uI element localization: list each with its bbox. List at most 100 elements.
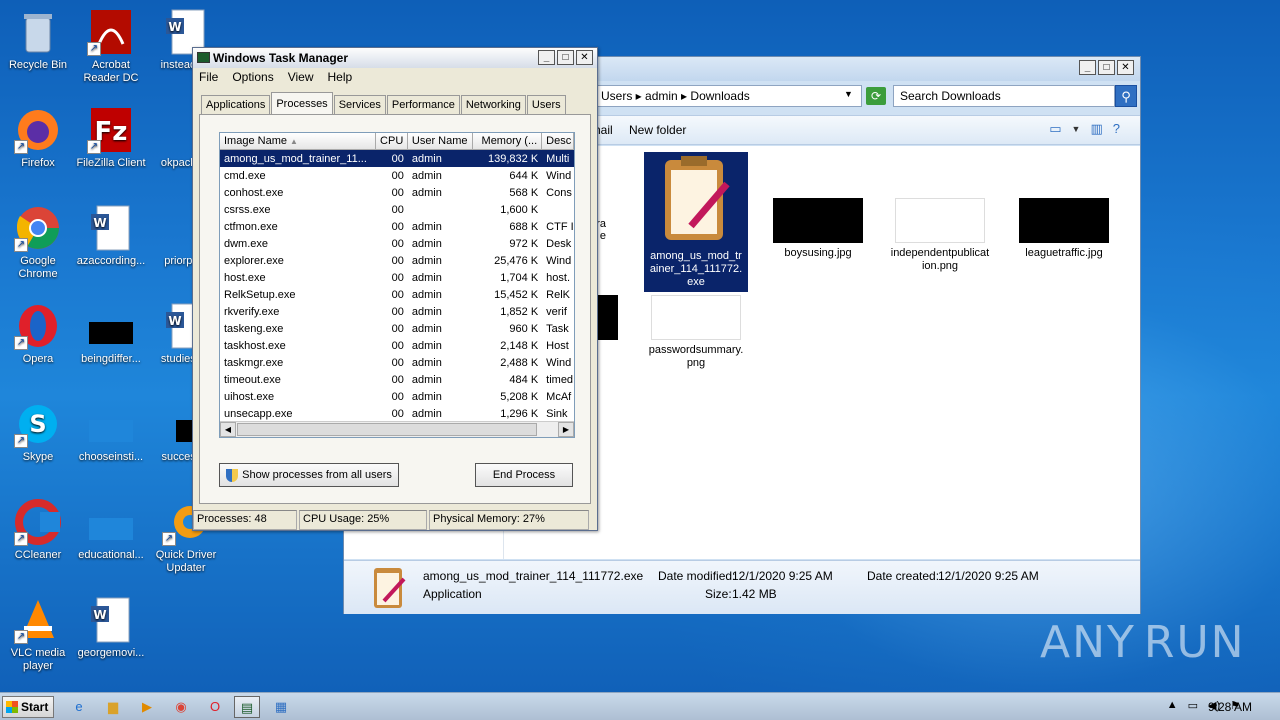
cell-memory: 644 K: [509, 169, 539, 182]
tab-networking[interactable]: Networking: [460, 95, 526, 114]
table-row[interactable]: rkverify.exe 00 admin 1,852 K verif: [220, 303, 574, 320]
desktop-icon-acrobat[interactable]: ↗ Acrobat Reader DC: [73, 8, 149, 85]
table-row[interactable]: dwm.exe 00 admin 972 K Desk: [220, 235, 574, 252]
minimize-button[interactable]: _: [538, 50, 555, 65]
tab-services[interactable]: Services: [333, 95, 386, 114]
menu-file[interactable]: File: [199, 70, 218, 84]
refresh-button[interactable]: ⟳: [866, 87, 886, 105]
file-item[interactable]: independentpublication.png: [890, 198, 990, 273]
desktop-icon-beingdiffer[interactable]: beingdiffer...: [73, 302, 149, 366]
column-cpu[interactable]: CPU: [376, 133, 408, 149]
folder-icon[interactable]: ▆: [100, 696, 126, 718]
table-row[interactable]: taskmgr.exe 00 admin 2,488 K Wind: [220, 354, 574, 371]
desktop-icon-recycle-bin[interactable]: Recycle Bin: [0, 8, 76, 72]
task-manager-window[interactable]: Windows Task Manager _ □ ✕ File Options …: [192, 47, 598, 531]
table-row[interactable]: host.exe 00 admin 1,704 K host.: [220, 269, 574, 286]
taskbar: Start e ▆ ▶ ◉ O ▤ ▦ ▲ ▭ ◀) ⚑ 9:28 AM: [0, 692, 1280, 720]
tab-users[interactable]: Users: [526, 95, 566, 114]
explorer-taskbar-icon[interactable]: ▦: [268, 696, 294, 718]
process-list[interactable]: Image Name ▲ CPU User Name Memory (... D…: [219, 132, 575, 438]
change-view-icon[interactable]: ▭: [1049, 121, 1061, 137]
close-button[interactable]: ✕: [576, 50, 593, 65]
table-row[interactable]: csrss.exe 00 1,600 K: [220, 201, 574, 218]
file-item[interactable]: passwordsummary.png: [646, 295, 746, 370]
tab-processes[interactable]: Processes: [271, 92, 333, 114]
minimize-button[interactable]: _: [1079, 60, 1096, 75]
help-icon[interactable]: ?: [1113, 121, 1120, 137]
desktop-icon-filezilla[interactable]: Fz ↗ FileZilla Client: [73, 106, 149, 170]
file-item-selected[interactable]: among_us_mod_trainer_114_111772.exe: [644, 152, 748, 292]
search-icon[interactable]: ⚲: [1115, 85, 1137, 107]
horizontal-scrollbar[interactable]: ◀ ▶: [220, 421, 574, 437]
cell-memory: 1,296 K: [500, 407, 539, 420]
search-input[interactable]: Search Downloads: [893, 85, 1115, 107]
opera-icon: ↗: [14, 302, 62, 350]
table-row[interactable]: among_us_mod_trainer_11... 00 admin 139,832…: [220, 150, 574, 167]
opera-taskbar-icon[interactable]: O: [202, 696, 228, 718]
table-row[interactable]: uihost.exe 00 admin 5,208 K McAf: [220, 388, 574, 405]
desktop-icon-skype[interactable]: S ↗ Skype: [0, 400, 76, 464]
maximize-button[interactable]: □: [1098, 60, 1115, 75]
show-all-processes-button[interactable]: Show processes from all users: [219, 463, 399, 487]
desktop-icon-opera[interactable]: ↗ Opera: [0, 302, 76, 366]
desktop-icon-azaccording[interactable]: W azaccording...: [73, 204, 149, 268]
media-player-icon[interactable]: ▶: [134, 696, 160, 718]
column-memory[interactable]: Memory (...: [473, 133, 543, 149]
chrome-icon: ↗: [14, 204, 62, 252]
file-item[interactable]: leaguetraffic.jpg: [1014, 198, 1114, 259]
table-row[interactable]: explorer.exe 00 admin 25,476 K Wind: [220, 252, 574, 269]
desktop-icon-chrome[interactable]: ↗ Google Chrome: [0, 204, 76, 281]
menu-options[interactable]: Options: [232, 70, 273, 84]
clock[interactable]: 9:28 AM: [1208, 700, 1252, 714]
shortcut-arrow-icon: ↗: [14, 238, 28, 252]
close-button[interactable]: ✕: [1117, 60, 1134, 75]
column-user-name[interactable]: User Name: [408, 133, 473, 149]
preview-pane-icon[interactable]: ▥: [1090, 121, 1102, 137]
menu-help[interactable]: Help: [328, 70, 353, 84]
desktop-icon-georgemovi[interactable]: W georgemovi...: [73, 596, 149, 660]
desktop-icon-educational[interactable]: educational...: [73, 498, 149, 562]
shortcut-arrow-icon: ↗: [87, 42, 101, 56]
desktop-icon-ccleaner[interactable]: ↗ CCleaner: [0, 498, 76, 562]
word-document-icon: W: [87, 204, 135, 252]
task-manager-titlebar[interactable]: Windows Task Manager _ □ ✕: [193, 48, 597, 68]
table-row[interactable]: cmd.exe 00 admin 644 K Wind: [220, 167, 574, 184]
tab-performance[interactable]: Performance: [386, 95, 460, 114]
task-manager-taskbar-icon[interactable]: ▤: [234, 696, 260, 718]
table-row[interactable]: taskhost.exe 00 admin 2,148 K Host: [220, 337, 574, 354]
network-icon[interactable]: ▭: [1188, 699, 1198, 712]
show-hidden-icons-icon[interactable]: ▲: [1167, 699, 1178, 712]
cell-image-name: taskhost.exe: [224, 339, 286, 352]
cell-user-name: admin: [411, 339, 442, 352]
chevron-down-icon[interactable]: ▼: [844, 89, 853, 99]
column-description[interactable]: Desc: [542, 133, 574, 149]
cell-cpu: 00: [391, 271, 404, 284]
table-row[interactable]: timeout.exe 00 admin 484 K timed: [220, 371, 574, 388]
tab-applications[interactable]: Applications: [201, 95, 271, 114]
ie-icon[interactable]: e: [66, 696, 92, 718]
file-item[interactable]: boysusing.jpg: [768, 198, 868, 259]
address-bar[interactable]: Users ▸ admin ▸ Downloads: [594, 85, 862, 107]
table-row[interactable]: ctfmon.exe 00 admin 688 K CTF I: [220, 218, 574, 235]
new-folder-button[interactable]: New folder: [629, 123, 686, 137]
desktop-icon-chooseinsti[interactable]: chooseinsti...: [73, 400, 149, 464]
cell-cpu: 00: [391, 339, 404, 352]
scroll-right-icon[interactable]: ▶: [558, 422, 574, 437]
table-row[interactable]: conhost.exe 00 admin 568 K Cons: [220, 184, 574, 201]
menu-view[interactable]: View: [288, 70, 314, 84]
desktop-icon-firefox[interactable]: ↗ Firefox: [0, 106, 76, 170]
scrollbar-thumb[interactable]: [237, 423, 537, 436]
cell-user-name: admin: [411, 186, 442, 199]
table-row[interactable]: unsecapp.exe 00 admin 1,296 K Sink: [220, 405, 574, 422]
column-image-name[interactable]: Image Name ▲: [220, 133, 377, 149]
cell-description: CTF I: [546, 220, 574, 233]
table-row[interactable]: RelkSetup.exe 00 admin 15,452 K RelK: [220, 286, 574, 303]
scroll-left-icon[interactable]: ◀: [220, 422, 236, 437]
start-button[interactable]: Start: [2, 696, 54, 718]
table-row[interactable]: taskeng.exe 00 admin 960 K Task: [220, 320, 574, 337]
chevron-down-icon[interactable]: ▼: [1072, 121, 1081, 137]
desktop-icon-vlc[interactable]: ↗ VLC media player: [0, 596, 76, 673]
end-process-button[interactable]: End Process: [475, 463, 573, 487]
maximize-button[interactable]: □: [557, 50, 574, 65]
chrome-taskbar-icon[interactable]: ◉: [168, 696, 194, 718]
